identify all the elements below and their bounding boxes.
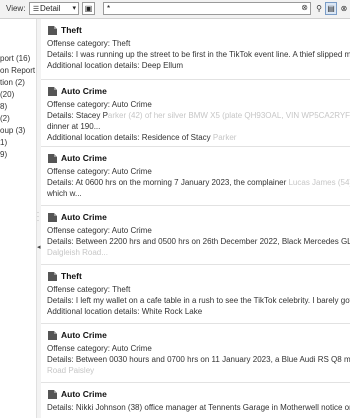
search-icon[interactable]: ⚲: [313, 2, 325, 15]
result-title[interactable]: Theft: [61, 25, 82, 35]
left-pane-item[interactable]: on Report: [0, 66, 35, 75]
results-list: Theft Offense category: Theft Details: I…: [41, 19, 350, 418]
result-title[interactable]: Theft: [61, 271, 82, 281]
result-card[interactable]: Auto Crime Offense category: Auto Crime …: [41, 324, 350, 383]
view-label: View:: [6, 4, 26, 13]
left-pane-item[interactable]: port (16): [0, 54, 30, 63]
view-select[interactable]: ☰Detail ▾: [29, 2, 79, 15]
document-icon: [48, 213, 57, 222]
result-title[interactable]: Auto Crime: [61, 153, 107, 163]
result-category: Offense category: Theft: [47, 39, 131, 48]
view-select-value: Detail: [40, 4, 61, 13]
document-icon: [48, 272, 57, 281]
result-category: Offense category: Auto Crime: [47, 344, 152, 353]
result-details: Details: Nikki Johnson (38) office manag…: [47, 403, 350, 412]
search-input[interactable]: [104, 3, 297, 14]
result-card[interactable]: Auto Crime Offense category: Auto Crime …: [41, 206, 350, 265]
chevron-down-icon: ▾: [72, 5, 76, 12]
result-details: Details: Between 0030 hours and 0700 hrs…: [47, 355, 350, 364]
result-details-cont: which w...: [47, 189, 82, 198]
clear-icon[interactable]: ⊗: [301, 3, 308, 12]
left-pane: port (16) on Report tion (2) (20) 8) (2)…: [0, 19, 36, 418]
search-box[interactable]: ⊗: [103, 2, 311, 15]
result-category: Offense category: Auto Crime: [47, 226, 152, 235]
document-icon: [48, 87, 57, 96]
grip-icon: · · ·: [37, 210, 39, 224]
save-button[interactable]: ▣: [82, 2, 95, 15]
left-pane-item[interactable]: (20): [0, 90, 14, 99]
result-card[interactable]: Auto Crime Offense category: Auto Crime …: [41, 80, 350, 147]
list-icon: ☰: [32, 6, 40, 13]
result-title[interactable]: Auto Crime: [61, 389, 107, 399]
document-icon: [48, 154, 57, 163]
result-details: Details: Stacey Parker (42) of her silve…: [47, 111, 350, 120]
left-pane-item[interactable]: 8): [0, 102, 7, 111]
left-pane-item[interactable]: 9): [0, 150, 7, 159]
result-details: Details: At 0600 hrs on the morning 7 Ja…: [47, 178, 350, 187]
result-category: Offense category: Auto Crime: [47, 100, 152, 109]
search-options-icon[interactable]: ▤: [325, 2, 337, 15]
result-card[interactable]: Theft Offense category: Theft Details: I…: [41, 19, 350, 80]
clear-search-icon[interactable]: ⊗: [338, 2, 350, 15]
result-card[interactable]: Auto Crime Offense category: Auto Crime …: [41, 147, 350, 206]
left-pane-item[interactable]: tion (2): [0, 78, 25, 87]
toolbar: View: ☰Detail ▾ ▣ ⊗ ⚲ ▤ ⊗: [0, 0, 350, 19]
result-title[interactable]: Auto Crime: [61, 86, 107, 96]
result-details-cont: dinner at 190...: [47, 122, 101, 131]
result-title[interactable]: Auto Crime: [61, 330, 107, 340]
result-card[interactable]: Auto Crime Details: Nikki Johnson (38) o…: [41, 383, 350, 418]
left-pane-item[interactable]: 1): [0, 138, 7, 147]
result-location: Additional location details: White Rock …: [47, 307, 203, 316]
result-details: Details: I was running up the street to …: [47, 50, 350, 59]
document-icon: [48, 26, 57, 35]
result-details-cont: Road Paisley: [47, 366, 95, 375]
result-details: Details: Between 2200 hrs and 0500 hrs o…: [47, 237, 350, 246]
result-title[interactable]: Auto Crime: [61, 212, 107, 222]
result-category: Offense category: Theft: [47, 285, 131, 294]
result-card[interactable]: Theft Offense category: Theft Details: I…: [41, 265, 350, 324]
left-pane-item[interactable]: oup (3): [0, 126, 25, 135]
result-category: Offense category: Auto Crime: [47, 167, 152, 176]
collapse-arrow-icon[interactable]: ◂: [37, 243, 41, 251]
result-location: Additional location details: Deep Ellum: [47, 61, 184, 70]
result-details-cont: Dalgleish Road...: [47, 248, 108, 257]
document-icon: [48, 331, 57, 340]
result-details: Details: I left my wallet on a cafe tabl…: [47, 296, 350, 305]
left-pane-item[interactable]: (2): [0, 114, 10, 123]
document-icon: [48, 390, 57, 399]
save-icon: ▣: [84, 4, 93, 13]
result-location: Additional location details: Residence o…: [47, 133, 237, 142]
